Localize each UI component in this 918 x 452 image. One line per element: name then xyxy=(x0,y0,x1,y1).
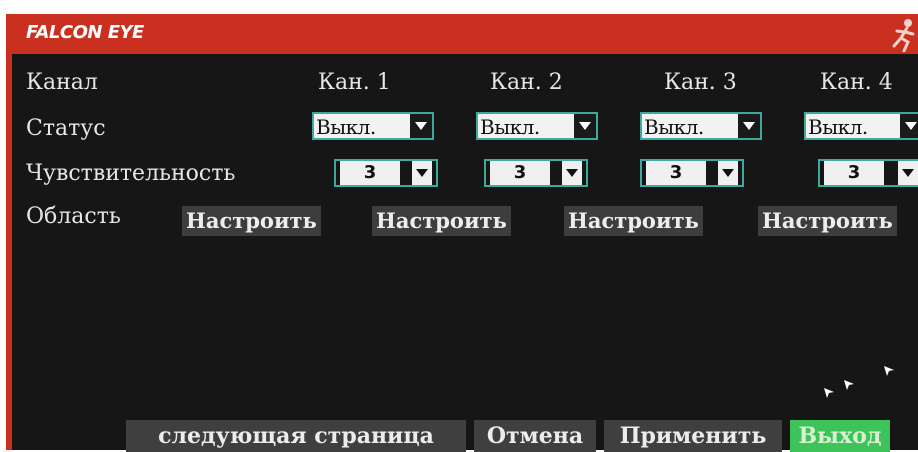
sensitivity-select-ch3[interactable]: 3 xyxy=(640,159,744,187)
status-select-ch2[interactable]: Выкл. xyxy=(476,112,598,140)
motion-detection-window: FALCON EYE Канал Статус Чувствительность… xyxy=(6,14,918,452)
apply-button[interactable]: Применить xyxy=(604,420,782,452)
sensitivity-row-label: Чувствительность xyxy=(26,161,236,186)
sensitivity-select-ch1[interactable]: 3 xyxy=(334,159,438,187)
channel-row-label: Канал xyxy=(26,70,98,95)
next-page-button[interactable]: следующая страница xyxy=(126,420,466,452)
status-select-ch1[interactable]: Выкл. xyxy=(312,112,434,140)
chevron-down-icon xyxy=(718,161,738,185)
status-value: Выкл. xyxy=(316,115,376,139)
chevron-down-icon xyxy=(412,161,432,185)
status-row-label: Статус xyxy=(26,116,106,141)
channel-header-1: Кан. 1 xyxy=(318,70,391,95)
sensitivity-select-ch2[interactable]: 3 xyxy=(484,159,588,187)
chevron-down-icon xyxy=(900,114,918,138)
title-bar: FALCON EYE xyxy=(12,14,918,54)
area-setup-button-ch4[interactable]: Настроить xyxy=(758,206,897,236)
channel-header-2: Кан. 2 xyxy=(490,70,563,95)
sensitivity-select-ch4[interactable]: 3 xyxy=(818,159,918,187)
status-value: Выкл. xyxy=(808,115,868,139)
status-select-ch4[interactable]: Выкл. xyxy=(804,112,918,140)
exit-button[interactable]: Выход xyxy=(790,420,890,452)
area-setup-button-ch2[interactable]: Настроить xyxy=(372,206,511,236)
mouse-pointer-icon xyxy=(884,366,894,376)
area-setup-button-ch3[interactable]: Настроить xyxy=(564,206,703,236)
status-select-ch3[interactable]: Выкл. xyxy=(640,112,762,140)
mouse-pointer-icon xyxy=(844,380,854,390)
status-value: Выкл. xyxy=(644,115,704,139)
area-row-label: Область xyxy=(26,204,121,229)
chevron-down-icon xyxy=(410,114,432,138)
sensitivity-value: 3 xyxy=(646,161,706,185)
chevron-down-icon xyxy=(738,114,760,138)
channel-header-3: Кан. 3 xyxy=(664,70,737,95)
area-setup-button-ch1[interactable]: Настроить xyxy=(182,206,321,236)
chevron-down-icon xyxy=(898,161,918,185)
chevron-down-icon xyxy=(562,161,582,185)
channel-header-4: Кан. 4 xyxy=(820,70,893,95)
chevron-down-icon xyxy=(574,114,596,138)
running-figure-icon xyxy=(888,18,918,53)
sensitivity-value: 3 xyxy=(824,161,884,185)
mouse-pointer-icon xyxy=(824,388,834,398)
sensitivity-value: 3 xyxy=(490,161,550,185)
brand-logo: FALCON EYE xyxy=(26,22,144,43)
sensitivity-value: 3 xyxy=(340,161,400,185)
status-value: Выкл. xyxy=(480,115,540,139)
cancel-button[interactable]: Отмена xyxy=(474,420,596,452)
